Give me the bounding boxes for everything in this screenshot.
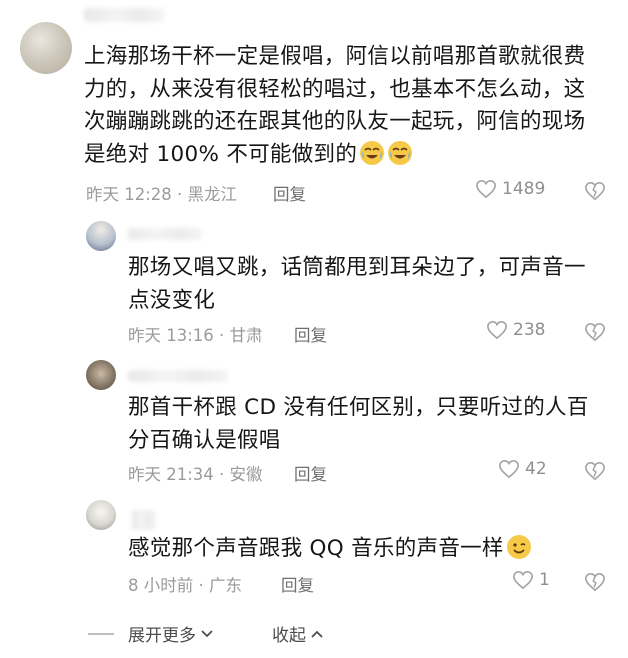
- heart-icon: [499, 459, 519, 479]
- comment-time-location: 昨天 13:16 · 甘肃: [128, 326, 263, 345]
- collapse-label: 收起: [272, 626, 306, 646]
- comment-text: 感觉那个声音跟我 QQ 音乐的声音一样: [128, 533, 608, 566]
- broken-heart-icon[interactable]: [584, 461, 606, 481]
- chevron-down-icon: [201, 629, 213, 637]
- username-redacted: [128, 228, 202, 240]
- like-button[interactable]: 42: [498, 459, 547, 479]
- comment-text-line: 那首干杯跟 CD 没有任何区别，只要听过的人百: [128, 395, 589, 420]
- divider: [88, 633, 114, 635]
- comment-text-line: 是绝对 100% 不可能做到的: [84, 141, 358, 167]
- chevron-up-icon: [311, 630, 323, 638]
- crying-laughing-emoji: [360, 140, 385, 165]
- avatar[interactable]: [86, 221, 116, 251]
- avatar[interactable]: [86, 500, 116, 530]
- smiling-emoji: [506, 535, 531, 559]
- comment-text-line: 分百确认是假唱: [128, 427, 281, 453]
- comment-text-line: 那场又唱又跳，话筒都甩到耳朵边了，可声音一: [128, 255, 586, 280]
- comment-text: 那场又唱又跳，话筒都甩到耳朵边了，可声音一 点没变化: [128, 252, 608, 317]
- like-button[interactable]: 1: [512, 570, 550, 590]
- reply-button[interactable]: 回复: [273, 181, 306, 205]
- expand-more-label: 展开更多: [128, 626, 196, 646]
- broken-heart-icon[interactable]: [584, 322, 606, 342]
- like-count: 1: [539, 570, 550, 590]
- comment-text-line: 次蹦蹦跳跳的还在跟其他的队友一起玩，阿信的现场: [84, 109, 586, 134]
- comment-text-line: 上海那场干杯一定是假唱，阿信以前唱那首歌就很费: [84, 44, 586, 69]
- like-button[interactable]: 1489: [475, 179, 545, 199]
- reply-button[interactable]: 回复: [294, 322, 327, 346]
- broken-heart-icon[interactable]: [584, 181, 606, 201]
- expand-more-button[interactable]: 展开更多: [128, 621, 214, 646]
- like-count: 1489: [502, 179, 546, 199]
- collapse-button[interactable]: 收起: [272, 621, 324, 646]
- heart-icon: [487, 320, 507, 340]
- heart-icon: [476, 179, 496, 199]
- heart-icon: [513, 570, 533, 590]
- reply-button[interactable]: 回复: [294, 461, 327, 485]
- avatar[interactable]: [20, 22, 72, 74]
- comment-text: 那首干杯跟 CD 没有任何区别，只要听过的人百 分百确认是假唱: [128, 392, 608, 457]
- comment-thread: 上海那场干杯一定是假唱，阿信以前唱那首歌就很费 力的，从来没有很轻松的唱过，也基…: [0, 0, 628, 658]
- like-button[interactable]: 238: [486, 320, 545, 340]
- username-redacted: [84, 8, 164, 22]
- comment-text-line: 点没变化: [128, 287, 216, 313]
- broken-heart-icon[interactable]: [584, 572, 606, 592]
- like-count: 42: [525, 459, 547, 479]
- comment-text-line: 感觉那个声音跟我 QQ 音乐的声音一样: [128, 536, 504, 561]
- username-redacted: [128, 370, 228, 382]
- comment-text: 上海那场干杯一定是假唱，阿信以前唱那首歌就很费 力的，从来没有很轻松的唱过，也基…: [84, 41, 614, 171]
- reply-button[interactable]: 回复: [281, 572, 314, 596]
- username-redacted: [132, 510, 156, 530]
- avatar[interactable]: [86, 360, 116, 390]
- comment-time-location: 8 小时前 · 广东: [128, 576, 242, 595]
- like-count: 238: [513, 320, 546, 340]
- crying-laughing-emoji: [388, 140, 413, 165]
- comment-text-line: 力的，从来没有很轻松的唱过，也基本不怎么动，这: [84, 76, 586, 102]
- comment-time-location: 昨天 21:34 · 安徽: [128, 465, 263, 484]
- comment-time-location: 昨天 12:28 · 黑龙江: [86, 185, 238, 204]
